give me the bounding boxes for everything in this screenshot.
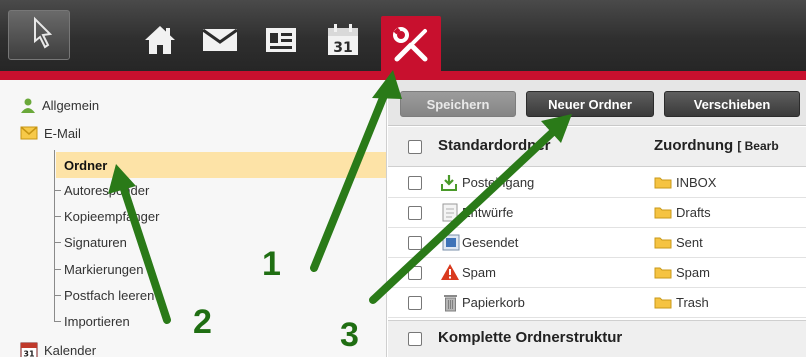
annotation-label-1: 1 — [262, 245, 281, 283]
table-row[interactable]: Spam Spam — [388, 258, 806, 288]
sidebar-item-kalender[interactable]: 31 Kalender — [20, 337, 96, 357]
row-checkbox[interactable] — [408, 236, 422, 250]
table-row[interactable]: Posteingang INBOX — [388, 168, 806, 198]
sidebar-item-label: Autoresponder — [64, 182, 150, 198]
tree-tick — [55, 269, 61, 270]
contacts-icon[interactable] — [263, 22, 299, 58]
folder-name: Papierkorb — [462, 295, 525, 310]
drafts-icon — [442, 203, 458, 225]
folder-icon — [654, 267, 672, 279]
sidebar-item-label: Signaturen — [64, 234, 127, 250]
folder-name: Spam — [462, 265, 496, 280]
tree-tick — [55, 321, 61, 322]
folder-name: Posteingang — [462, 175, 535, 190]
save-button[interactable]: Speichern — [400, 91, 516, 117]
full-structure-label[interactable]: Komplette Ordnerstruktur — [438, 329, 622, 346]
row-checkbox[interactable] — [408, 266, 422, 280]
sidebar-item-label: Ordner — [64, 157, 108, 173]
annotation-label-2: 2 — [193, 303, 212, 341]
calendar-icon: 31 — [20, 342, 38, 357]
annotation-label-3: 3 — [340, 316, 359, 354]
mapping-label: Trash — [676, 295, 709, 310]
sidebar-item-signaturen[interactable]: Signaturen — [64, 229, 127, 255]
sidebar-item-label: Kopieempfänger — [64, 208, 160, 224]
sidebar-item-label: Markierungen — [64, 261, 144, 277]
folder-icon — [654, 207, 672, 219]
sidebar-item-label: Kalender — [44, 342, 97, 357]
sidebar-item-label: Allgemein — [42, 97, 100, 113]
sent-icon — [442, 234, 460, 254]
mail-icon — [20, 126, 38, 140]
mapping-label: Drafts — [676, 205, 711, 220]
sidebar-item-allgemein[interactable]: Allgemein — [20, 92, 99, 118]
folder-mapping[interactable]: Drafts — [654, 205, 711, 220]
folder-name: Gesendet — [462, 235, 519, 250]
table-row[interactable]: Papierkorb Trash — [388, 288, 806, 318]
sidebar-item-label: Postfach leeren — [64, 287, 155, 303]
sidebar-item-markierungen[interactable]: Markierungen — [64, 256, 144, 282]
folder-settings-pane: Speichern Neuer Ordner Verschieben Stand… — [388, 80, 806, 357]
inbox-icon — [440, 174, 458, 194]
top-toolbar: 31 — [0, 0, 806, 73]
move-button[interactable]: Verschieben — [664, 91, 800, 117]
sidebar-item-importieren[interactable]: Importieren — [64, 308, 130, 334]
sidebar-item-label: E-Mail — [44, 125, 81, 141]
tree-tick — [55, 295, 61, 296]
table-footer: Komplette Ordnerstruktur — [388, 320, 806, 357]
column-header-zuordnung[interactable]: Zuordnung [ Bearb — [654, 137, 779, 154]
column-header-label: Zuordnung — [654, 137, 734, 154]
warning-icon — [440, 263, 460, 284]
trash-icon — [443, 293, 458, 315]
mapping-label: INBOX — [676, 175, 717, 190]
tree-tick — [55, 242, 61, 243]
mapping-label: Spam — [676, 265, 710, 280]
calendar-icon[interactable]: 31 — [325, 22, 361, 58]
tree-guide-line — [54, 150, 55, 322]
mapping-label: Sent — [676, 235, 703, 250]
new-folder-button[interactable]: Neuer Ordner — [526, 91, 654, 117]
home-icon[interactable] — [142, 22, 178, 58]
folder-icon — [654, 177, 672, 189]
sidebar-item-kopieempfaenger[interactable]: Kopieempfänger — [64, 203, 159, 229]
row-checkbox[interactable] — [408, 206, 422, 220]
sidebar-item-label: Importieren — [64, 313, 130, 329]
folder-mapping[interactable]: Spam — [654, 265, 710, 280]
sidebar-item-ordner[interactable]: Ordner — [56, 152, 386, 178]
folder-icon — [654, 237, 672, 249]
folder-name: Entwürfe — [462, 205, 514, 220]
table-header: Standardordner Zuordnung [ Bearb — [388, 127, 806, 167]
column-header-extra: [ Bearb — [737, 139, 779, 153]
folder-mapping[interactable]: INBOX — [654, 175, 716, 190]
full-structure-checkbox[interactable] — [408, 332, 422, 346]
settings-icon[interactable] — [381, 16, 441, 73]
tree-tick — [55, 216, 61, 217]
folder-mapping[interactable]: Sent — [654, 235, 703, 250]
user-icon — [21, 98, 35, 113]
column-header-standardordner[interactable]: Standardordner — [438, 137, 551, 154]
select-all-checkbox[interactable] — [408, 140, 422, 154]
folder-icon — [654, 297, 672, 309]
sidebar-item-postfach-leeren[interactable]: Postfach leeren — [64, 282, 154, 308]
table-row[interactable]: Gesendet Sent — [388, 228, 806, 258]
row-checkbox[interactable] — [408, 176, 422, 190]
mail-icon[interactable] — [200, 22, 240, 58]
row-checkbox[interactable] — [408, 296, 422, 310]
action-toolbar: Speichern Neuer Ordner Verschieben — [388, 80, 806, 126]
tree-tick — [55, 190, 61, 191]
sidebar-item-email[interactable]: E-Mail — [20, 120, 81, 146]
logo-icon[interactable] — [8, 10, 70, 60]
table-row[interactable]: Entwürfe Drafts — [388, 198, 806, 228]
calendar-day: 31 — [23, 350, 35, 357]
accent-stripe — [0, 71, 806, 80]
sidebar-item-autoresponder[interactable]: Autoresponder — [64, 177, 149, 203]
calendar-day: 31 — [333, 40, 352, 56]
folder-mapping[interactable]: Trash — [654, 295, 709, 310]
